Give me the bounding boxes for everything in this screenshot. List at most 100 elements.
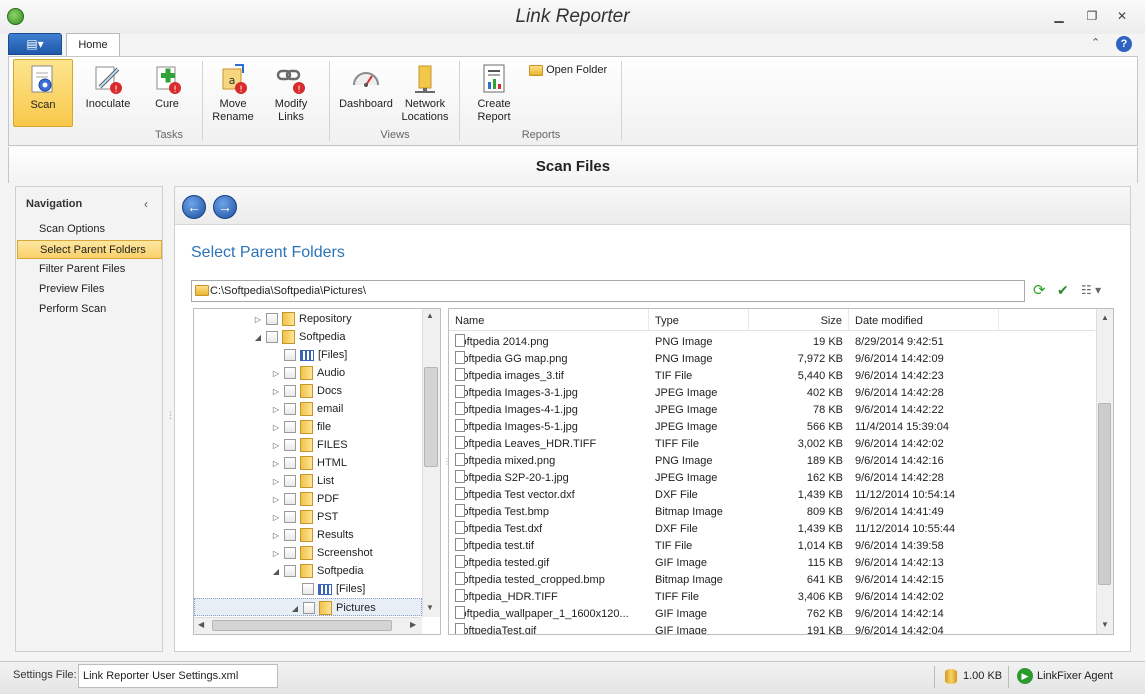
expand-arrow-icon[interactable]: ◢ (270, 563, 282, 581)
column-header-type[interactable]: Type (649, 309, 749, 331)
expand-arrow-icon[interactable]: ▷ (270, 401, 282, 419)
tree-node[interactable]: ▷ FILES (194, 436, 422, 454)
expand-arrow-icon[interactable]: ▷ (270, 365, 282, 383)
file-list-scroll-thumb[interactable] (1098, 403, 1111, 585)
column-header-name[interactable]: Name (449, 309, 649, 331)
check-selection-icon[interactable]: ✔ (1057, 282, 1075, 300)
tree-checkbox[interactable] (284, 349, 296, 362)
minimize-button[interactable]: ▁ (1047, 6, 1071, 26)
tree-node[interactable]: ▷ Screenshot (194, 544, 422, 562)
tree-node[interactable]: [Files] (194, 580, 422, 598)
tree-checkbox[interactable] (284, 475, 296, 488)
expand-arrow-icon[interactable]: ▷ (270, 455, 282, 473)
expand-arrow-icon[interactable]: ▷ (270, 545, 282, 563)
tree-node[interactable]: [Files] (194, 346, 422, 364)
tree-node[interactable]: ◢ Pictures (194, 598, 422, 616)
file-row[interactable]: Softpedia tested_cropped.bmp Bitmap Image… (449, 572, 1095, 589)
dashboard-button[interactable]: Dashboard (335, 59, 397, 127)
modify-links-button[interactable]: ! Modify Links (263, 59, 319, 127)
tree-checkbox[interactable] (266, 313, 278, 326)
expand-arrow-icon[interactable]: ▷ (270, 473, 282, 491)
tree-checkbox[interactable] (284, 493, 296, 506)
column-header-size[interactable]: Size (749, 309, 849, 331)
scan-button[interactable]: Scan (13, 59, 73, 127)
nav-item-perform-scan[interactable]: Perform Scan (17, 300, 162, 319)
file-row[interactable]: Softpedia Test vector.dxf DXF File 1,439 K… (449, 487, 1095, 504)
nav-item-scan-options[interactable]: Scan Options (17, 220, 162, 239)
tree-node[interactable]: ▷ Docs (194, 382, 422, 400)
expand-arrow-icon[interactable]: ▷ (270, 527, 282, 545)
network-locations-button[interactable]: Network Locations (399, 59, 451, 127)
file-row[interactable]: Softpedia Images-3-1.jpg JPEG Image 402 KB… (449, 385, 1095, 402)
tree-checkbox[interactable] (284, 565, 296, 578)
nav-item-preview-files[interactable]: Preview Files (17, 280, 162, 299)
tree-checkbox[interactable] (266, 331, 278, 344)
tree-node[interactable]: ◢ Softpedia (194, 562, 422, 580)
tree-node[interactable]: ▷ email (194, 400, 422, 418)
open-folder-button[interactable]: Open Folder (529, 63, 607, 81)
tree-splitter[interactable]: ⋮ (443, 457, 451, 477)
expand-arrow-icon[interactable]: ▷ (270, 437, 282, 455)
tree-checkbox[interactable] (284, 457, 296, 470)
agent-play-icon[interactable]: ▶ (1017, 668, 1033, 684)
file-row[interactable]: softpedia 2014.png PNG Image 19 KB 8/29/201… (449, 334, 1095, 351)
maximize-button[interactable]: ❐ (1080, 6, 1104, 26)
tree-node[interactable]: ◢ Softpedia (194, 328, 422, 346)
file-row[interactable]: Softpedia_HDR.TIFF TIFF File 3,406 KB 9/6/2… (449, 589, 1095, 606)
nav-item-filter-parent-files[interactable]: Filter Parent Files (17, 260, 162, 279)
file-row[interactable]: Softpedia Test.bmp Bitmap Image 809 KB 9/6/… (449, 504, 1095, 521)
inoculate-button[interactable]: ! Inoculate (79, 59, 137, 127)
tree-node[interactable]: ▷ file (194, 418, 422, 436)
back-arrow-icon[interactable]: ← (182, 195, 206, 219)
minimize-ribbon-icon[interactable]: ⌃ (1091, 36, 1100, 49)
refresh-icon[interactable]: ⟳ (1033, 283, 1049, 299)
tree-node[interactable]: ▷ List (194, 472, 422, 490)
tree-checkbox[interactable] (303, 602, 315, 615)
file-row[interactable]: Softpedia tested.gif GIF Image 115 KB 9/6/2… (449, 555, 1095, 572)
file-row[interactable]: Softpedia Images-5-1.jpg JPEG Image 566 KB… (449, 419, 1095, 436)
expand-arrow-icon[interactable]: ◢ (252, 329, 264, 347)
expand-arrow-icon[interactable]: ▷ (270, 491, 282, 509)
tree-checkbox[interactable] (284, 529, 296, 542)
view-options-icon[interactable]: ☷ ▾ (1081, 283, 1109, 299)
tree-checkbox[interactable] (284, 385, 296, 398)
tree-node[interactable]: ▷ HTML (194, 454, 422, 472)
nav-item-select-parent-folders[interactable]: Select Parent Folders (17, 240, 162, 259)
help-icon[interactable]: ? (1116, 36, 1132, 52)
file-row[interactable]: Softpedia GG map.png PNG Image 7,972 KB 9/6… (449, 351, 1095, 368)
cure-button[interactable]: ! Cure (139, 59, 195, 127)
tree-checkbox[interactable] (284, 547, 296, 560)
tree-checkbox[interactable] (284, 421, 296, 434)
tree-node[interactable]: ▷ PST (194, 508, 422, 526)
application-menu-button[interactable]: ▤▾ (8, 33, 62, 55)
expand-arrow-icon[interactable]: ◢ (289, 600, 301, 618)
move-rename-button[interactable]: a! Move Rename (205, 59, 261, 127)
collapse-chevron-icon[interactable]: ‹ (144, 197, 148, 211)
tab-home[interactable]: Home (66, 33, 120, 57)
forward-arrow-icon[interactable]: → (213, 195, 237, 219)
file-row[interactable]: Softpedia S2P-20-1.jpg JPEG Image 162 KB 9/… (449, 470, 1095, 487)
file-row[interactable]: Softpedia images_3.tif TIF File 5,440 KB 9/… (449, 368, 1095, 385)
tree-checkbox[interactable] (284, 403, 296, 416)
close-button[interactable]: ✕ (1110, 6, 1134, 26)
expand-arrow-icon[interactable]: ▷ (252, 311, 264, 329)
tree-vertical-scrollbar[interactable]: ▲ ▼ (422, 309, 440, 617)
file-row[interactable]: Softpedia test.tif TIF File 1,014 KB 9/6/20… (449, 538, 1095, 555)
file-row[interactable]: SoftpediaTest.gif GIF Image 191 KB 9/6/2014… (449, 623, 1095, 634)
settings-file-field[interactable]: Link Reporter User Settings.xml (78, 664, 278, 688)
path-field[interactable]: C:\Softpedia\Softpedia\Pictures\ (191, 280, 1025, 302)
expand-arrow-icon[interactable]: ▷ (270, 419, 282, 437)
tree-checkbox[interactable] (284, 511, 296, 524)
file-row[interactable]: Softpedia Test.dxf DXF File 1,439 KB 11/12/… (449, 521, 1095, 538)
agent-label[interactable]: LinkFixer Agent (1037, 670, 1113, 682)
expand-arrow-icon[interactable]: ▷ (270, 383, 282, 401)
create-report-button[interactable]: Create Report (467, 59, 521, 127)
tree-checkbox[interactable] (302, 583, 314, 596)
tree-node[interactable]: ▷ Audio (194, 364, 422, 382)
tree-checkbox[interactable] (284, 367, 296, 380)
file-row[interactable]: Softpedia Images-4-1.jpg JPEG Image 78 KB 9… (449, 402, 1095, 419)
column-header-date[interactable]: Date modified (849, 309, 999, 331)
tree-horizontal-scrollbar[interactable]: ◀ ▶ (194, 617, 422, 634)
tree-checkbox[interactable] (284, 439, 296, 452)
file-row[interactable]: softpedia_wallpaper_1_1600x120... GIF Ima… (449, 606, 1095, 623)
